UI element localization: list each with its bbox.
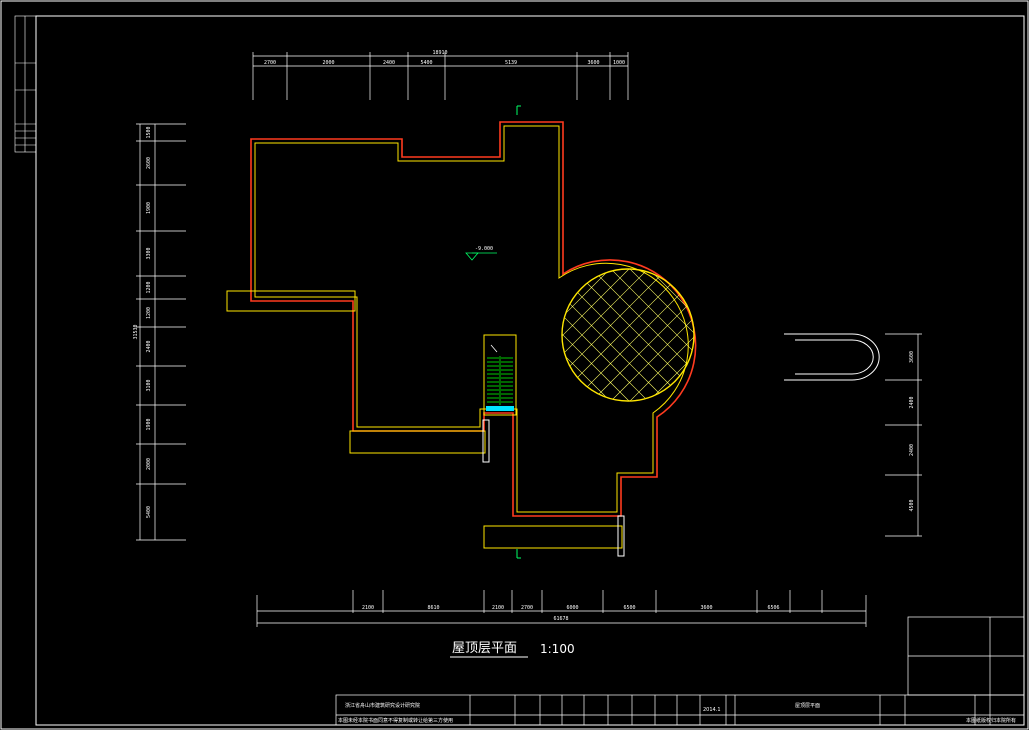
right-dimension-value: 2400 [909,396,915,408]
level-mark-value: -9.000 [475,246,493,252]
section-marker-south [516,549,521,559]
right-dimension-value: 4500 [909,499,915,511]
right-dimension-value: 3600 [909,351,915,363]
title-block-date: 2014.1 [703,707,721,713]
stair [483,334,517,416]
top-dimension-value: 2400 [383,60,395,66]
bottom-total-dimension: 61678 [553,616,568,622]
top-dimension-value: 2000 [322,60,334,66]
detail-railing [784,333,880,381]
bottom-dimension-value: 3600 [700,605,712,611]
top-dimension-value: 1000 [613,60,625,66]
title-block-bottom-note: 本图未经本院书面同意不得复制或转让给第三方使用 [338,717,453,724]
left-dimension-value: 2000 [146,458,152,470]
bottom-dimension-value: 6000 [566,605,578,611]
top-dimension-value: 3600 [587,60,599,66]
left-dimension-value: 5400 [146,506,152,518]
institute-name: 浙江省舟山市建筑研究设计研究院 [345,702,420,709]
left-dimension-value: 1500 [146,126,152,138]
level-mark: -9.000 [465,246,497,261]
left-dimension-value: 1900 [146,202,152,214]
drawing-scale: 1:100 [540,642,575,656]
top-dimension-chain [252,52,629,100]
bottom-dimension-value: 2700 [521,605,533,611]
circular-skylight [561,268,695,402]
title-block-footer-note: 本图纸版权归本院所有 [966,717,1016,724]
bottom-dimension-value: 8610 [427,605,439,611]
drawing-title: 屋顶层平面 [452,641,517,656]
margin-stamp [14,15,37,153]
left-dimension-value: 3100 [146,379,152,391]
right-dimension-value: 2400 [909,444,915,456]
left-dimension-value: 1900 [146,418,152,430]
roof-plan-outline [250,121,697,517]
left-dimension-value: 1200 [146,307,152,319]
bottom-dimension-value: 2100 [362,605,374,611]
title-block-drawing-name: 屋顶层平面 [795,703,820,709]
slab-south [483,525,623,549]
bottom-dimension-value: 6506 [767,605,779,611]
left-dimension-value: 1200 [146,281,152,293]
top-total-dimension: 18910 [432,50,447,56]
left-total-dimension: 31530 [133,324,139,339]
top-dimension-value: 5139 [505,60,517,66]
wall-outer-line [250,121,697,517]
stair-landing [486,406,514,411]
left-dimension-value: 3300 [146,247,152,259]
top-dimension-value: 2700 [264,60,276,66]
title-block [335,616,1025,726]
left-dimension-value: 2600 [146,157,152,169]
section-marker-north [516,105,521,115]
right-dimension-chain [885,333,922,537]
bottom-dimension-value: 2100 [492,605,504,611]
left-dimension-chain [136,123,186,541]
left-dimension-value: 2400 [146,340,152,352]
top-dimension-value: 5400 [420,60,432,66]
bottom-dimension-value: 6500 [623,605,635,611]
slab-southwest [349,430,486,454]
cad-drawing-canvas: 18910 31530 61678 -9.000 屋顶层平面 1:100 浙江省… [0,0,1029,730]
